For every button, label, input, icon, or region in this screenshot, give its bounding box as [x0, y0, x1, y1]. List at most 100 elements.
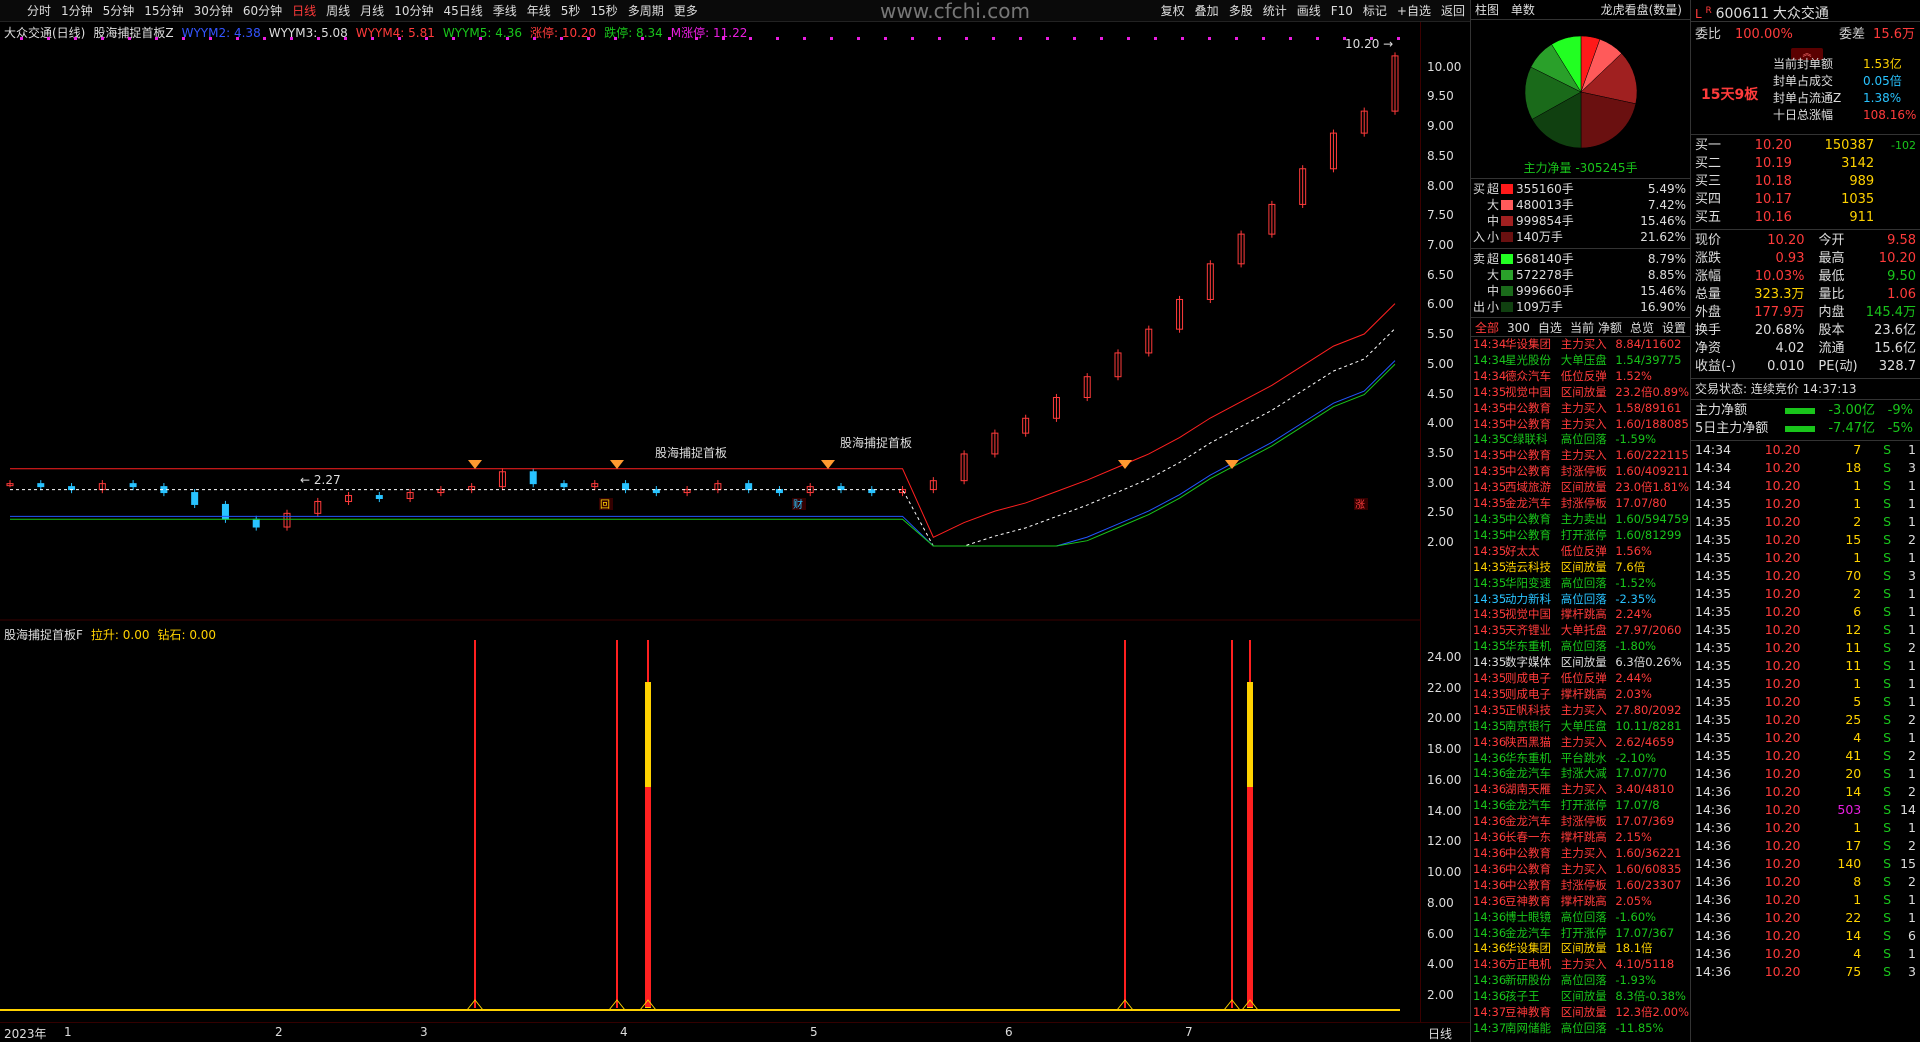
feed-item[interactable]: 14:34 德众汽车 低位反弹 1.52% [1473, 369, 1690, 385]
bid-row[interactable]: 买五 10.16 911 [1695, 209, 1916, 227]
feed-item[interactable]: 14:35 天齐锂业 大单托盘 27.97/2060 [1473, 623, 1690, 639]
period-tab[interactable]: 日线 [287, 0, 321, 22]
bid-row[interactable]: 买二 10.19 3142 [1695, 155, 1916, 173]
bid-row[interactable]: 买四 10.17 1035 [1695, 191, 1916, 209]
feed-stock: 豆神教育 [1505, 1005, 1551, 1020]
period-tab[interactable]: 年线 [522, 0, 556, 22]
feed-item[interactable]: 14:35 浩云科技 区间放量 7.6倍 [1473, 560, 1690, 576]
feed-item[interactable]: 14:35 中公教育 主力卖出 1.60/594759 [1473, 512, 1690, 528]
seal-value: 1.38% [1863, 91, 1902, 105]
feed-item[interactable]: 14:35 西域旅游 区间放量 23.0倍1.81% [1473, 480, 1690, 496]
feed-item[interactable]: 14:35 数字媒体 区间放量 6.3倍0.26% [1473, 655, 1690, 671]
feed-item[interactable]: 14:36 长春一东 撑杆跳高 2.15% [1473, 830, 1690, 846]
period-tab[interactable]: 60分钟 [238, 0, 287, 22]
feed-item[interactable]: 14:34 华设集团 主力买入 8.84/11602 [1473, 337, 1690, 353]
period-tab[interactable]: 季线 [488, 0, 522, 22]
feed-item[interactable]: 14:37 豆神教育 区间放量 12.3倍2.00% [1473, 1005, 1690, 1021]
filter-option[interactable]: 净额 [1594, 318, 1626, 338]
period-tab[interactable]: 30分钟 [189, 0, 238, 22]
filter-tab[interactable]: 全部 [1471, 318, 1503, 338]
filter-option[interactable]: 总览 [1626, 318, 1658, 338]
toolbar-button[interactable]: 标记 [1358, 0, 1392, 22]
feed-item[interactable]: 14:36 中公教育 封涨停板 1.60/23307 [1473, 878, 1690, 894]
feed-item[interactable]: 14:35 中公教育 主力买入 1.58/89161 [1473, 401, 1690, 417]
period-tab[interactable]: 45日线 [438, 0, 487, 22]
feed-item[interactable]: 14:35 南京银行 大单压盘 10.11/8281 [1473, 719, 1690, 735]
feed-item[interactable]: 14:35 正帆科技 主力买入 27.80/2092 [1473, 703, 1690, 719]
bid-row[interactable]: 买一 10.20 150387 -102 [1695, 137, 1916, 155]
feed-time: 14:36 [1473, 782, 1507, 797]
period-tab[interactable]: 15秒 [585, 0, 622, 22]
feed-item[interactable]: 14:36 博士眼镜 高位回落 -1.60% [1473, 910, 1690, 926]
date-tick: 7 [1185, 1025, 1193, 1039]
tick-price: 10.20 [1764, 568, 1801, 583]
toolbar-button[interactable]: 画线 [1292, 0, 1326, 22]
feed-item[interactable]: 14:35 则成电子 低位反弹 2.44% [1473, 671, 1690, 687]
period-tab[interactable]: 周线 [321, 0, 355, 22]
toolbar-button[interactable]: 叠加 [1190, 0, 1224, 22]
toolbar-button[interactable]: 统计 [1258, 0, 1292, 22]
feed-item[interactable]: 14:36 湖南天雁 主力买入 3.40/4810 [1473, 782, 1690, 798]
feed-item[interactable]: 14:36 新研股份 高位回落 -1.93% [1473, 973, 1690, 989]
feed-item[interactable]: 14:36 金龙汽车 打开涨停 17.07/8 [1473, 798, 1690, 814]
event-marker-text: 回 [600, 499, 610, 511]
feed-item[interactable]: 14:36 华东重机 平台跳水 -2.10% [1473, 751, 1690, 767]
feed-event: 主力买入 [1560, 861, 1607, 876]
toolbar-button[interactable]: 返回 [1436, 0, 1470, 22]
feed-item[interactable]: 14:36 豆神教育 撑杆跳高 2.05% [1473, 894, 1690, 910]
tab-bar-chart[interactable]: 柱图 [1471, 0, 1503, 20]
period-tab[interactable]: 月线 [355, 0, 389, 22]
quote-panel: L R 600611 大众交通 委比 100.00% 委差 15.6万 ︽ 15… [1690, 0, 1920, 1042]
feed-item[interactable]: 14:36 华设集团 区间放量 18.1倍 [1473, 941, 1690, 957]
indicator-chart[interactable] [0, 622, 1420, 1022]
feed-item[interactable]: 14:35 动力新科 高位回落 -2.35% [1473, 592, 1690, 608]
feed-item[interactable]: 14:37 南网储能 高位回落 -11.85% [1473, 1021, 1690, 1037]
feed-item[interactable]: 14:35 中公教育 主力买入 1.60/188085 [1473, 417, 1690, 433]
feed-item[interactable]: 14:36 金龙汽车 封涨大减 17.07/70 [1473, 766, 1690, 782]
feed-item[interactable]: 14:36 中公教育 主力买入 1.60/60835 [1473, 862, 1690, 878]
feed-value: 1.60/188085 [1615, 416, 1689, 431]
period-tab[interactable]: 5分钟 [98, 0, 140, 22]
feed-item[interactable]: 14:35 中公教育 封涨停板 1.60/409211 [1473, 464, 1690, 480]
period-tab[interactable]: 10分钟 [389, 0, 438, 22]
toolbar-button[interactable]: 复权 [1156, 0, 1190, 22]
feed-item[interactable]: 14:35 金龙汽车 封涨停板 17.07/80 [1473, 496, 1690, 512]
period-tab[interactable]: 多周期 [623, 0, 669, 22]
indicator-tick: 12.00 [1427, 834, 1462, 849]
period-tab[interactable]: 5秒 [556, 0, 586, 22]
feed-item[interactable]: 14:35 好太太 低位反弹 1.56% [1473, 544, 1690, 560]
feed-item[interactable]: 14:35 华东重机 高位回落 -1.80% [1473, 639, 1690, 655]
toolbar-button[interactable]: +自选 [1392, 0, 1436, 22]
period-tab[interactable]: 1分钟 [56, 0, 98, 22]
feed-item[interactable]: 14:36 金龙汽车 打开涨停 17.07/367 [1473, 926, 1690, 942]
feed-item[interactable]: 14:36 中公教育 主力买入 1.60/36221 [1473, 846, 1690, 862]
period-tab[interactable]: 更多 [669, 0, 703, 22]
tab-count[interactable]: 单数 [1507, 0, 1539, 20]
feed-item[interactable]: 14:35 中公教育 打开涨停 1.60/81299 [1473, 528, 1690, 544]
feed-item[interactable]: 14:36 方正电机 主力买入 4.10/5118 [1473, 957, 1690, 973]
feed-item[interactable]: 14:35 视觉中国 区间放量 23.2倍0.89% [1473, 385, 1690, 401]
feed-stock: 博士眼镜 [1505, 909, 1551, 924]
kline-chart[interactable]: 10.20 →← 2.27股海捕捉首板股海捕捉首板回财涨 [0, 22, 1420, 622]
toolbar-button[interactable]: 多股 [1224, 0, 1258, 22]
toolbar-button[interactable]: F10 [1326, 0, 1358, 22]
feed-item[interactable]: 14:35 视觉中国 撑杆跳高 2.24% [1473, 607, 1690, 623]
feed-item[interactable]: 14:35 中公教育 主力买入 1.60/222115 [1473, 448, 1690, 464]
filter-option[interactable]: 设置 [1658, 318, 1690, 338]
period-tab[interactable]: 分时 [22, 0, 56, 22]
feed-item[interactable]: 14:34 星光股份 大单压盘 1.54/39775 [1473, 353, 1690, 369]
feed-item[interactable]: 14:35 华阳变速 高位回落 -1.52% [1473, 576, 1690, 592]
filter-tab[interactable]: 300 [1503, 318, 1534, 338]
bid-row[interactable]: 买三 10.18 989 [1695, 173, 1916, 191]
filter-tab[interactable]: 自选 [1534, 318, 1566, 338]
feed-item[interactable]: 14:36 陕西黑猫 主力买入 2.62/4659 [1473, 735, 1690, 751]
feed-item[interactable]: 14:35 则成电子 撑杆跳高 2.03% [1473, 687, 1690, 703]
panel-title[interactable]: 龙虎看盘(数量) [1597, 0, 1686, 20]
flow-volume: 568140手 [1516, 252, 1574, 266]
period-tab[interactable]: 15分钟 [139, 0, 188, 22]
tick-row: 14:35 10.20 2 S 1 [1695, 585, 1916, 603]
feed-item[interactable]: 14:36 金龙汽车 封涨停板 17.07/369 [1473, 814, 1690, 830]
seal-row: 十日总涨幅 108.16% [1773, 107, 1916, 124]
feed-item[interactable]: 14:36 孩子王 区间放量 8.3倍-0.38% [1473, 989, 1690, 1005]
feed-item[interactable]: 14:35 C绿联科 高位回落 -1.59% [1473, 432, 1690, 448]
